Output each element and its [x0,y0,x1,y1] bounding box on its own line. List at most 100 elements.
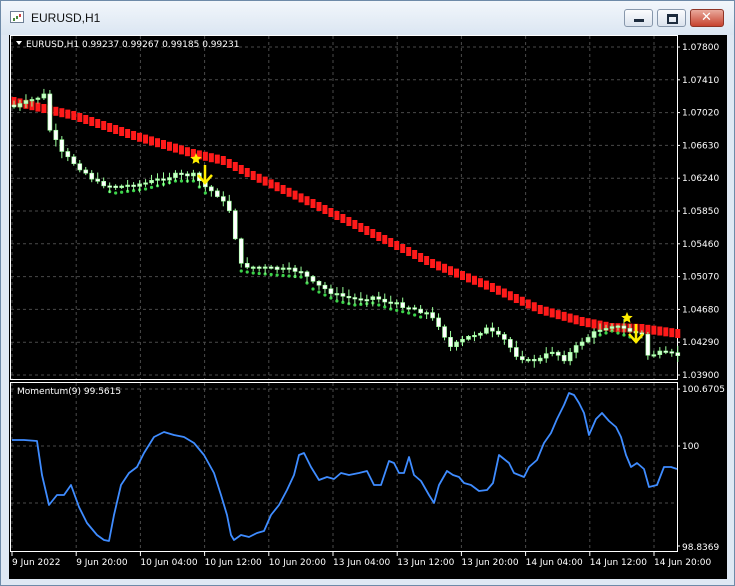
window-bottom-border [1,579,734,585]
trail-red-block [525,299,531,309]
trail-green-dot [407,311,411,315]
candle-body [244,263,250,268]
price-chart-svg[interactable]: EURUSD,H1 0.99237 0.99267 0.99185 0.9923… [9,35,727,579]
candle-body [41,93,47,99]
trail-red-block [155,138,161,148]
candle-body [418,308,423,314]
trail-green-dot [395,308,399,312]
trail-red-block [501,288,507,298]
chart-menu-triangle-icon[interactable] [16,41,22,45]
candle-body [280,267,286,270]
trail-green-dot [311,287,315,291]
indicator-panel-frame [10,382,678,552]
trail-red-block [495,285,501,295]
time-label: 9 Jun 20:00 [76,558,128,568]
trail-red-block [119,127,125,136]
time-label: 14 Jun 20:00 [654,558,711,568]
trail-red-block [454,268,460,278]
trail-green-dot [419,315,423,319]
indicator-scale-bottom: 98.8369 [682,543,719,553]
candle-body [71,156,77,164]
maximize-icon [667,14,678,24]
trail-red-block [346,217,352,226]
trail-red-block [298,193,304,203]
candle-body [77,163,83,171]
trail-red-block [376,232,382,241]
candle-body [29,99,35,102]
trail-red-block [166,141,172,151]
close-button[interactable]: ✕ [690,9,724,27]
candle-body [549,351,555,354]
trail-red-block [340,214,346,223]
trail-red-block [364,226,370,235]
candle-body [286,267,292,270]
candle-body [478,332,483,336]
candle-body [603,328,609,331]
trail-red-block [149,136,155,146]
candle-body [304,271,310,277]
trail-red-block [131,131,137,140]
trail-red-block [178,145,184,155]
time-label: 10 Jun 12:00 [205,558,262,568]
trail-green-dot [179,179,184,183]
candle-body [388,301,394,304]
candle-body [645,333,651,356]
price-label: 1.03900 [682,371,719,381]
candle-body [352,297,358,300]
indicator-scale[interactable]: 100.6705 100 98.8369 [677,385,725,553]
candle-body [65,151,71,158]
price-label: 1.06240 [682,174,719,184]
candle-body [466,336,471,340]
trail-red-block [567,313,573,323]
candle-body [573,345,579,353]
trail-red-block [274,182,280,192]
trail-green-dot [275,273,279,277]
candle-body [95,178,101,182]
candle-body [460,339,465,343]
trail-green-dot [203,191,207,195]
trail-red-block [370,229,376,238]
time-label: 13 Jun 12:00 [397,558,454,568]
trail-red-block [83,115,89,124]
trail-red-block [424,256,430,265]
trail-red-block [465,273,471,283]
candle-body [555,351,561,356]
trail-red-block [268,179,274,189]
candle-body [585,337,591,343]
trail-red-block [316,202,322,211]
candle-body [185,173,190,177]
candle-body [376,296,382,300]
trail-green-dot [143,187,148,191]
trail-green-dot [269,272,273,277]
trail-green-dot [245,270,249,274]
candle-body [35,97,41,100]
chart-area[interactable]: EURUSD,H1 0.99237 0.99267 0.99185 0.9923… [9,35,727,579]
candle-body [651,354,657,357]
trail-red-block [394,241,400,250]
trail-red-block [59,108,65,118]
price-scale[interactable]: 1.07800 1.07410 1.07020 1.06630 1.06240 1.058… [677,43,719,381]
candle-body [484,327,489,334]
minimize-button[interactable] [624,9,653,27]
time-label: 9 Jun 2022 [12,558,60,568]
minimize-icon [634,19,644,22]
candle-body [256,266,262,269]
trail-red-block [286,187,292,197]
candle-body [322,284,328,290]
trail-red-block [489,283,495,292]
candle-body [173,172,178,178]
time-label: 10 Jun 20:00 [269,558,326,568]
candle-body [238,238,244,264]
trail-red-block [352,220,358,229]
trail-red-block [137,132,143,142]
time-axis[interactable]: 9 Jun 2022 9 Jun 20:00 10 Jun 04:00 10 Jun … [11,552,711,568]
trail-red-block [202,151,208,161]
candle-body [155,178,160,181]
trail-green-dot [114,191,118,195]
trail-red-block [304,196,310,206]
maximize-button[interactable] [657,9,686,27]
trail-red-block [430,259,436,268]
candle-body [328,288,334,294]
candle-body [358,298,364,301]
title-bar[interactable]: EURUSD,H1 ✕ [1,1,734,35]
